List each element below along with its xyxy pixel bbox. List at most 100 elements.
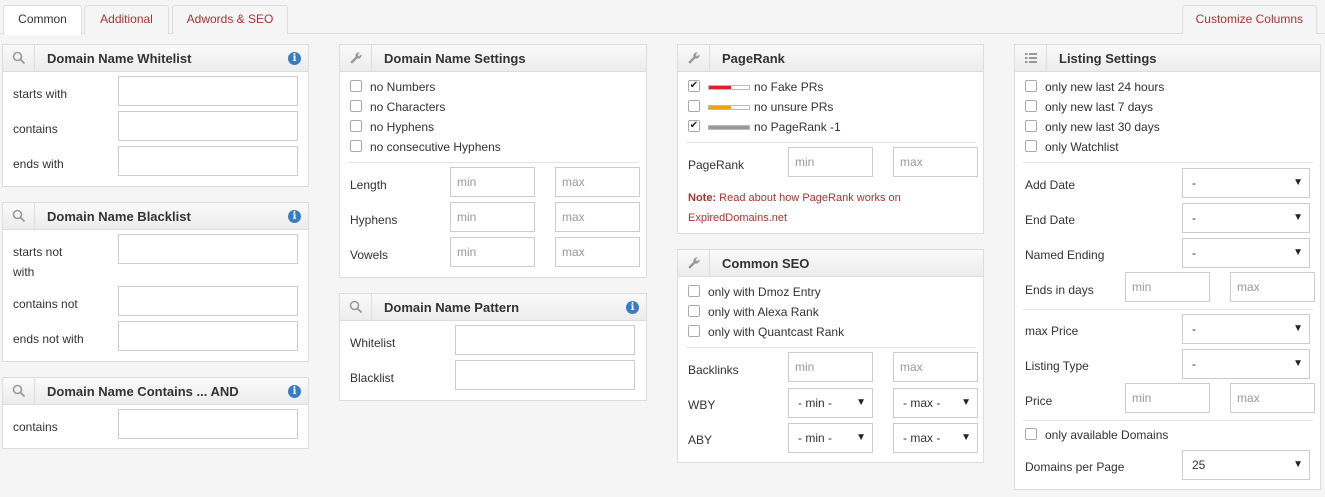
note-text: Read about how PageRank works on bbox=[716, 192, 901, 204]
tab-adwords-seo[interactable]: Adwords & SEO bbox=[172, 5, 288, 34]
no-numbers-checkbox[interactable] bbox=[350, 80, 362, 92]
add-date-label: Add Date bbox=[1025, 178, 1076, 192]
starts-not-with-input[interactable] bbox=[118, 234, 298, 264]
customize-columns-button[interactable]: Customize Columns bbox=[1181, 5, 1317, 34]
pattern-whitelist-input[interactable] bbox=[455, 325, 635, 355]
domains-per-page-select[interactable]: 25 ▼ bbox=[1182, 450, 1310, 480]
new-7d-checkbox[interactable] bbox=[1025, 100, 1037, 112]
pagerank-label: PageRank bbox=[688, 158, 745, 172]
vowels-max-input[interactable]: max bbox=[555, 237, 640, 267]
contains-and-title: Domain Name Contains ... AND bbox=[47, 384, 239, 399]
pattern-blacklist-input[interactable] bbox=[455, 360, 635, 390]
info-icon[interactable]: i bbox=[626, 301, 639, 314]
wrench-icon bbox=[688, 52, 700, 64]
watchlist-checkbox[interactable] bbox=[1025, 140, 1037, 152]
no-hyphens-checkbox[interactable] bbox=[350, 120, 362, 132]
alexa-checkbox[interactable] bbox=[688, 305, 700, 317]
no-pagerank-minus-1-label: no PageRank -1 bbox=[754, 120, 841, 134]
backlinks-min-input[interactable]: min bbox=[788, 352, 873, 382]
listing-type-select[interactable]: - ▼ bbox=[1182, 349, 1310, 379]
ends-in-days-label: Ends in days bbox=[1025, 283, 1094, 297]
new-30d-checkbox[interactable] bbox=[1025, 120, 1037, 132]
listing-header: Listing Settings bbox=[1015, 45, 1320, 72]
listing-type-label: Listing Type bbox=[1025, 359, 1089, 373]
caret-down-icon: ▼ bbox=[1293, 358, 1303, 369]
wrench-icon bbox=[688, 257, 700, 269]
hyphens-max-input[interactable]: max bbox=[555, 202, 640, 232]
starts-with-input[interactable] bbox=[118, 76, 298, 106]
tab-additional[interactable]: Additional bbox=[84, 5, 169, 34]
only-available-checkbox[interactable] bbox=[1025, 428, 1037, 440]
ends-with-input[interactable] bbox=[118, 146, 298, 176]
caret-down-icon: ▼ bbox=[856, 432, 866, 443]
pattern-header: Domain Name Pattern i bbox=[340, 294, 646, 321]
pagerank-min-input[interactable]: min bbox=[788, 147, 873, 177]
pagerank-note-link[interactable]: ExpiredDomains.net bbox=[688, 208, 787, 228]
vowels-min-input[interactable]: min bbox=[450, 237, 535, 267]
price-label: Price bbox=[1025, 394, 1053, 408]
no-consecutive-hyphens-label: no consecutive Hyphens bbox=[370, 140, 501, 154]
info-icon[interactable]: i bbox=[288, 52, 301, 65]
info-icon[interactable]: i bbox=[288, 385, 301, 398]
caret-down-icon: ▼ bbox=[1293, 459, 1303, 470]
settings-panel: Domain Name Settings no Numbers no Chara… bbox=[339, 44, 647, 278]
seo-panel: Common SEO only with Dmoz Entry only wit… bbox=[677, 249, 984, 463]
whitelist-header: Domain Name Whitelist i bbox=[3, 45, 308, 72]
max-price-label: max Price bbox=[1025, 324, 1079, 338]
wby-min-select[interactable]: - min - ▼ bbox=[788, 388, 873, 418]
search-icon bbox=[349, 300, 363, 314]
dmoz-checkbox[interactable] bbox=[688, 285, 700, 297]
info-icon[interactable]: i bbox=[288, 210, 301, 223]
end-date-select[interactable]: - ▼ bbox=[1182, 203, 1310, 233]
contains-input[interactable] bbox=[118, 111, 298, 141]
blacklist-title: Domain Name Blacklist bbox=[47, 209, 191, 224]
new-7d-label: only new last 7 days bbox=[1045, 100, 1154, 114]
tab-bar: Common Additional Adwords & SEO Customiz… bbox=[0, 0, 1325, 35]
named-ending-select[interactable]: - ▼ bbox=[1182, 238, 1310, 268]
no-characters-checkbox[interactable] bbox=[350, 100, 362, 112]
ends-not-with-input[interactable] bbox=[118, 321, 298, 351]
search-icon bbox=[12, 209, 26, 223]
contains-not-label: contains not bbox=[13, 297, 78, 311]
contains-and-input[interactable] bbox=[118, 409, 298, 439]
length-label: Length bbox=[350, 178, 387, 192]
quantcast-checkbox[interactable] bbox=[688, 325, 700, 337]
no-pagerank-minus-1-checkbox[interactable]: ✔ bbox=[688, 120, 700, 132]
hyphens-label: Hyphens bbox=[350, 213, 398, 227]
no-unsure-prs-checkbox[interactable] bbox=[688, 100, 700, 112]
aby-max-select[interactable]: - max - ▼ bbox=[893, 423, 978, 453]
whitelist-title: Domain Name Whitelist bbox=[47, 51, 192, 66]
no-fake-prs-checkbox[interactable]: ✔ bbox=[688, 80, 700, 92]
no-characters-label: no Characters bbox=[370, 100, 446, 114]
listing-title: Listing Settings bbox=[1059, 51, 1157, 66]
ends-in-days-max-input[interactable]: max bbox=[1230, 272, 1315, 302]
caret-down-icon: ▼ bbox=[961, 397, 971, 408]
aby-min-select[interactable]: - min - ▼ bbox=[788, 423, 873, 453]
blacklist-header: Domain Name Blacklist i bbox=[3, 203, 308, 230]
price-min-input[interactable]: min bbox=[1125, 383, 1210, 413]
add-date-select[interactable]: - ▼ bbox=[1182, 168, 1310, 198]
pagerank-max-input[interactable]: max bbox=[893, 147, 978, 177]
contains-not-input[interactable] bbox=[118, 286, 298, 316]
tab-common[interactable]: Common bbox=[3, 5, 82, 35]
new-30d-label: only new last 30 days bbox=[1045, 120, 1160, 134]
pagerank-header: PageRank bbox=[678, 45, 983, 72]
length-min-input[interactable]: min bbox=[450, 167, 535, 197]
max-price-select[interactable]: - ▼ bbox=[1182, 314, 1310, 344]
divider bbox=[348, 162, 638, 163]
contains-and-label: contains bbox=[13, 420, 58, 434]
wby-max-select[interactable]: - max - ▼ bbox=[893, 388, 978, 418]
no-numbers-label: no Numbers bbox=[370, 80, 436, 94]
backlinks-max-input[interactable]: max bbox=[893, 352, 978, 382]
divider bbox=[686, 347, 976, 348]
length-max-input[interactable]: max bbox=[555, 167, 640, 197]
alexa-label: only with Alexa Rank bbox=[708, 305, 819, 319]
new-24h-checkbox[interactable] bbox=[1025, 80, 1037, 92]
list-icon bbox=[1025, 53, 1037, 63]
ends-with-label: ends with bbox=[13, 157, 64, 171]
no-consecutive-hyphens-checkbox[interactable] bbox=[350, 140, 362, 152]
ends-in-days-min-input[interactable]: min bbox=[1125, 272, 1210, 302]
price-max-input[interactable]: max bbox=[1230, 383, 1315, 413]
settings-header: Domain Name Settings bbox=[340, 45, 646, 72]
hyphens-min-input[interactable]: min bbox=[450, 202, 535, 232]
